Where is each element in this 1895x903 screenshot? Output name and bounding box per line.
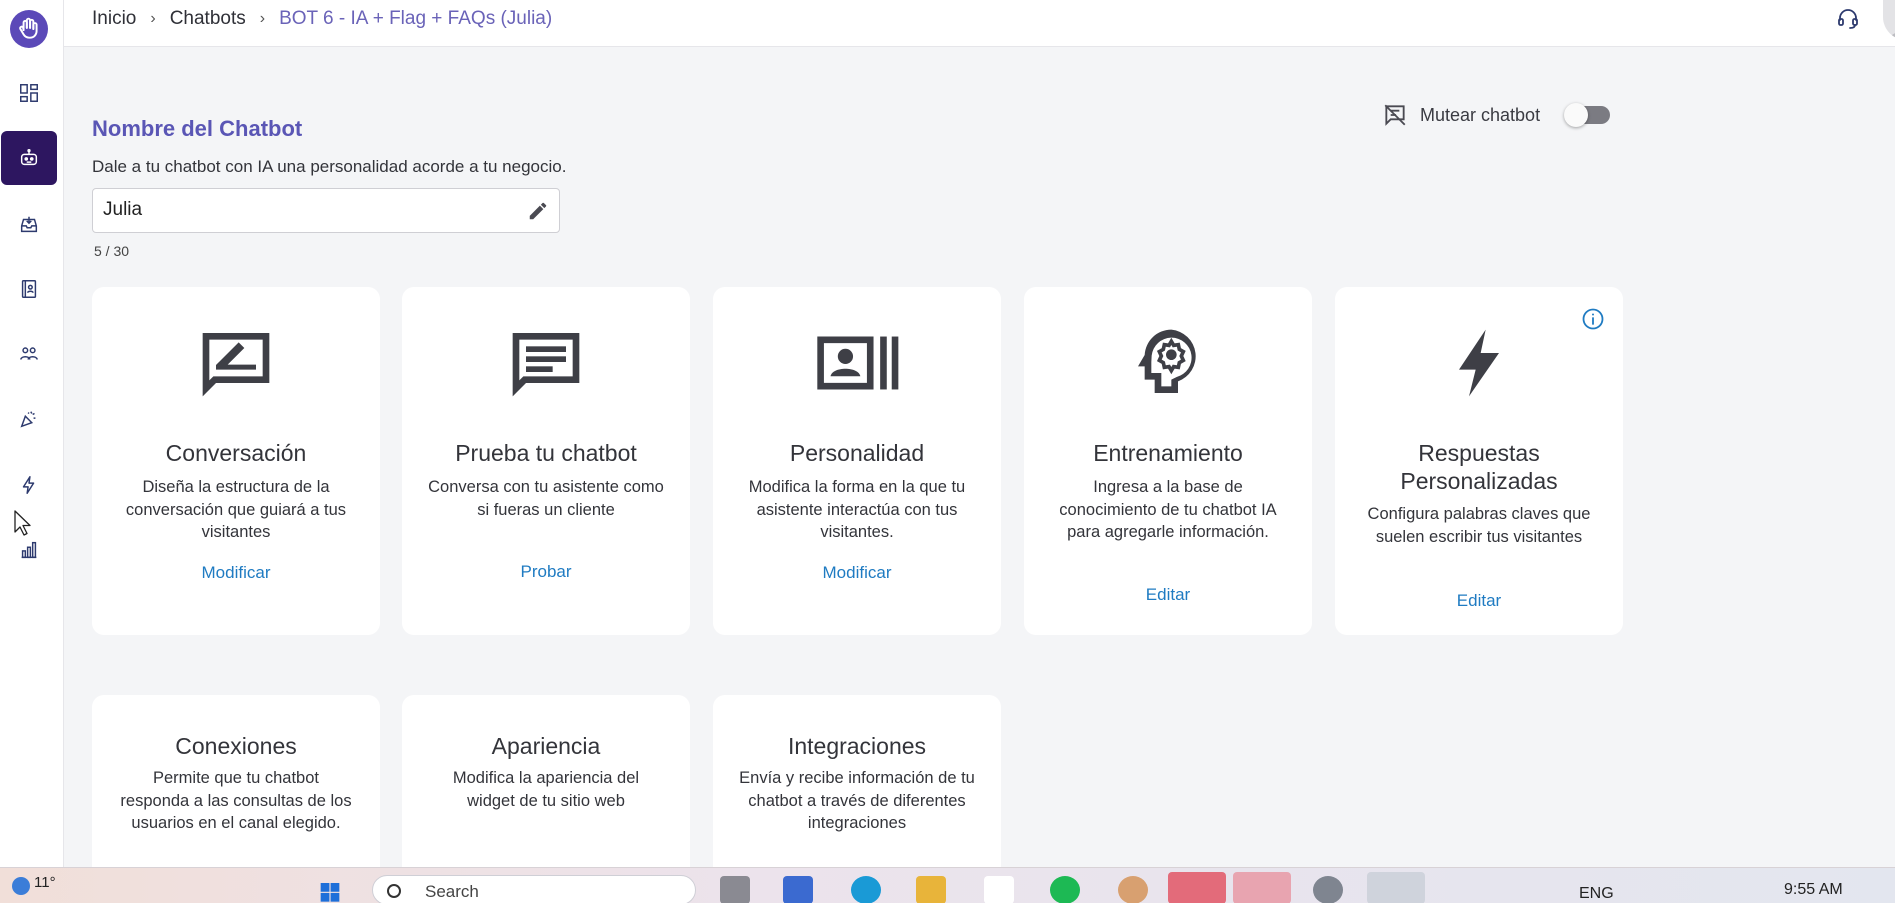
card-title: Integraciones bbox=[787, 733, 927, 759]
card-conexiones: Conexiones Permite que tu chatbot respon… bbox=[92, 695, 380, 885]
sidebar-item-inbox[interactable] bbox=[0, 198, 57, 252]
card-apariencia: Apariencia Modifica la apariencia del wi… bbox=[402, 695, 690, 885]
sidebar-item-campaigns[interactable] bbox=[0, 392, 57, 446]
breadcrumb-current: BOT 6 - IA + Flag + FAQs (Julia) bbox=[279, 8, 553, 29]
card-entrenamiento: Entrenamiento Ingresa a la base de conoc… bbox=[1024, 287, 1312, 635]
avatar[interactable] bbox=[1883, 0, 1895, 40]
top-header: Inicio › Chatbots › BOT 6 - IA + Flag + … bbox=[64, 0, 1895, 47]
card-description: Permite que tu chatbot responda a las co… bbox=[120, 769, 352, 832]
chevron-right-icon: › bbox=[259, 10, 266, 27]
sidebar-item-automations[interactable] bbox=[0, 458, 57, 512]
os-taskbar: 11° Search ENG 9:55 AM bbox=[0, 867, 1895, 903]
card-respuestas: Respuestas Personalizadas Configura pala… bbox=[1335, 287, 1623, 635]
task-view-icon[interactable] bbox=[720, 876, 750, 903]
card-prueba: Prueba tu chatbot Conversa con tu asiste… bbox=[402, 287, 690, 635]
breadcrumb: Inicio › Chatbots › BOT 6 - IA + Flag + … bbox=[92, 8, 552, 30]
char-counter: 5 / 30 bbox=[94, 243, 130, 259]
hand-logo-icon bbox=[19, 17, 38, 39]
card-description: Diseña la estructura de la conversación … bbox=[125, 478, 347, 541]
chevron-right-icon: › bbox=[150, 10, 156, 27]
system-clock[interactable]: 9:55 AM bbox=[1784, 881, 1843, 899]
windows-start-icon[interactable] bbox=[312, 876, 348, 903]
card-description: Ingresa a la base de conocimiento de tu … bbox=[1059, 478, 1277, 541]
edit-chat-icon bbox=[202, 333, 270, 397]
card-description: Modifica la apariencia del widget de tu … bbox=[452, 769, 640, 810]
card-title: Prueba tu chatbot bbox=[455, 440, 637, 466]
user-silhouette-icon bbox=[1889, 33, 1895, 40]
chatbot-name-title: Nombre del Chatbot bbox=[92, 116, 303, 141]
active-window-icon[interactable] bbox=[1367, 872, 1425, 903]
card-integraciones: Integraciones Envía y recibe información… bbox=[713, 695, 1001, 885]
chatbot-name-input[interactable] bbox=[103, 199, 503, 221]
chatbot-name-description: Dale a tu chatbot con IA una personalida… bbox=[92, 157, 567, 176]
chrome-profile-icon[interactable] bbox=[1118, 876, 1148, 903]
card-description: Modifica la forma en la que tu asistente… bbox=[748, 478, 966, 541]
test-chatbot-link[interactable]: Probar bbox=[402, 562, 690, 582]
sidebar-item-chatbots[interactable] bbox=[1, 131, 57, 185]
card-title: Conversación bbox=[165, 440, 307, 466]
card-description: Envía y recibe información de tu chatbot… bbox=[739, 769, 975, 832]
pencil-icon[interactable] bbox=[527, 200, 549, 222]
card-title: Entrenamiento bbox=[1093, 440, 1243, 466]
analytics-icon bbox=[21, 541, 36, 559]
breadcrumb-home[interactable]: Inicio bbox=[92, 8, 136, 30]
chat-off-icon bbox=[1384, 104, 1406, 126]
team-icon bbox=[19, 347, 38, 360]
card-title: Respuestas Personalizadas bbox=[1400, 440, 1558, 494]
mute-chatbot: Mutear chatbot bbox=[1382, 102, 1540, 128]
card-personalidad: Personalidad Modifica la forma en la que… bbox=[713, 287, 1001, 635]
taskbar-search-placeholder: Search bbox=[425, 882, 479, 901]
edit-training-link[interactable]: Editar bbox=[1024, 585, 1312, 605]
copilot-icon[interactable] bbox=[783, 876, 813, 903]
spotify-icon[interactable] bbox=[1050, 876, 1080, 903]
chatbot-icon bbox=[20, 149, 38, 166]
mute-chatbot-label: Mutear chatbot bbox=[1420, 104, 1541, 125]
file-explorer-icon[interactable] bbox=[916, 876, 946, 903]
lightning-icon bbox=[22, 476, 34, 494]
inbox-icon bbox=[20, 216, 37, 233]
mute-chatbot-toggle[interactable] bbox=[1564, 103, 1610, 127]
sidebar bbox=[0, 0, 64, 867]
card-title: Personalidad bbox=[789, 440, 925, 466]
brain-gear-icon bbox=[1138, 329, 1196, 393]
card-title: Conexiones bbox=[175, 733, 297, 759]
lightning-icon bbox=[1459, 329, 1499, 397]
mouse-cursor-icon bbox=[14, 510, 31, 536]
card-description: Configura palabras claves que suelen esc… bbox=[1367, 505, 1591, 546]
app-icon[interactable] bbox=[1233, 872, 1291, 903]
input-language[interactable]: ENG bbox=[1579, 885, 1614, 903]
dashboard-icon bbox=[19, 84, 38, 102]
app-logo[interactable] bbox=[10, 10, 48, 48]
card-title: Apariencia bbox=[491, 733, 601, 759]
chatbot-name-field[interactable] bbox=[92, 188, 560, 233]
toggle-knob bbox=[1564, 103, 1588, 127]
profile-card-icon bbox=[817, 336, 899, 390]
campaign-icon bbox=[19, 411, 35, 428]
search-icon bbox=[387, 884, 401, 898]
store-icon[interactable] bbox=[984, 876, 1014, 903]
chat-icon bbox=[512, 333, 580, 397]
acrobat-icon[interactable] bbox=[1168, 872, 1226, 903]
card-conversacion: Conversación Diseña la estructura de la … bbox=[92, 287, 380, 635]
sidebar-item-dashboard[interactable] bbox=[0, 66, 57, 120]
breadcrumb-chatbots[interactable]: Chatbots bbox=[170, 8, 246, 30]
sidebar-item-team[interactable] bbox=[0, 327, 57, 381]
settings-gear-icon[interactable] bbox=[1313, 876, 1343, 903]
taskbar-search[interactable]: Search bbox=[372, 875, 696, 903]
weather-icon[interactable] bbox=[12, 877, 30, 895]
card-description: Conversa con tu asistente como si fueras… bbox=[428, 478, 664, 519]
modify-conversation-link[interactable]: Modificar bbox=[92, 563, 380, 583]
contacts-book-icon bbox=[21, 280, 36, 298]
weather-temperature[interactable]: 11° bbox=[34, 874, 56, 891]
headset-icon[interactable] bbox=[1836, 6, 1860, 30]
edge-browser-icon[interactable] bbox=[851, 876, 881, 903]
modify-personality-link[interactable]: Modificar bbox=[713, 563, 1001, 583]
edit-custom-responses-link[interactable]: Editar bbox=[1335, 591, 1623, 611]
sidebar-item-contacts[interactable] bbox=[0, 262, 57, 316]
